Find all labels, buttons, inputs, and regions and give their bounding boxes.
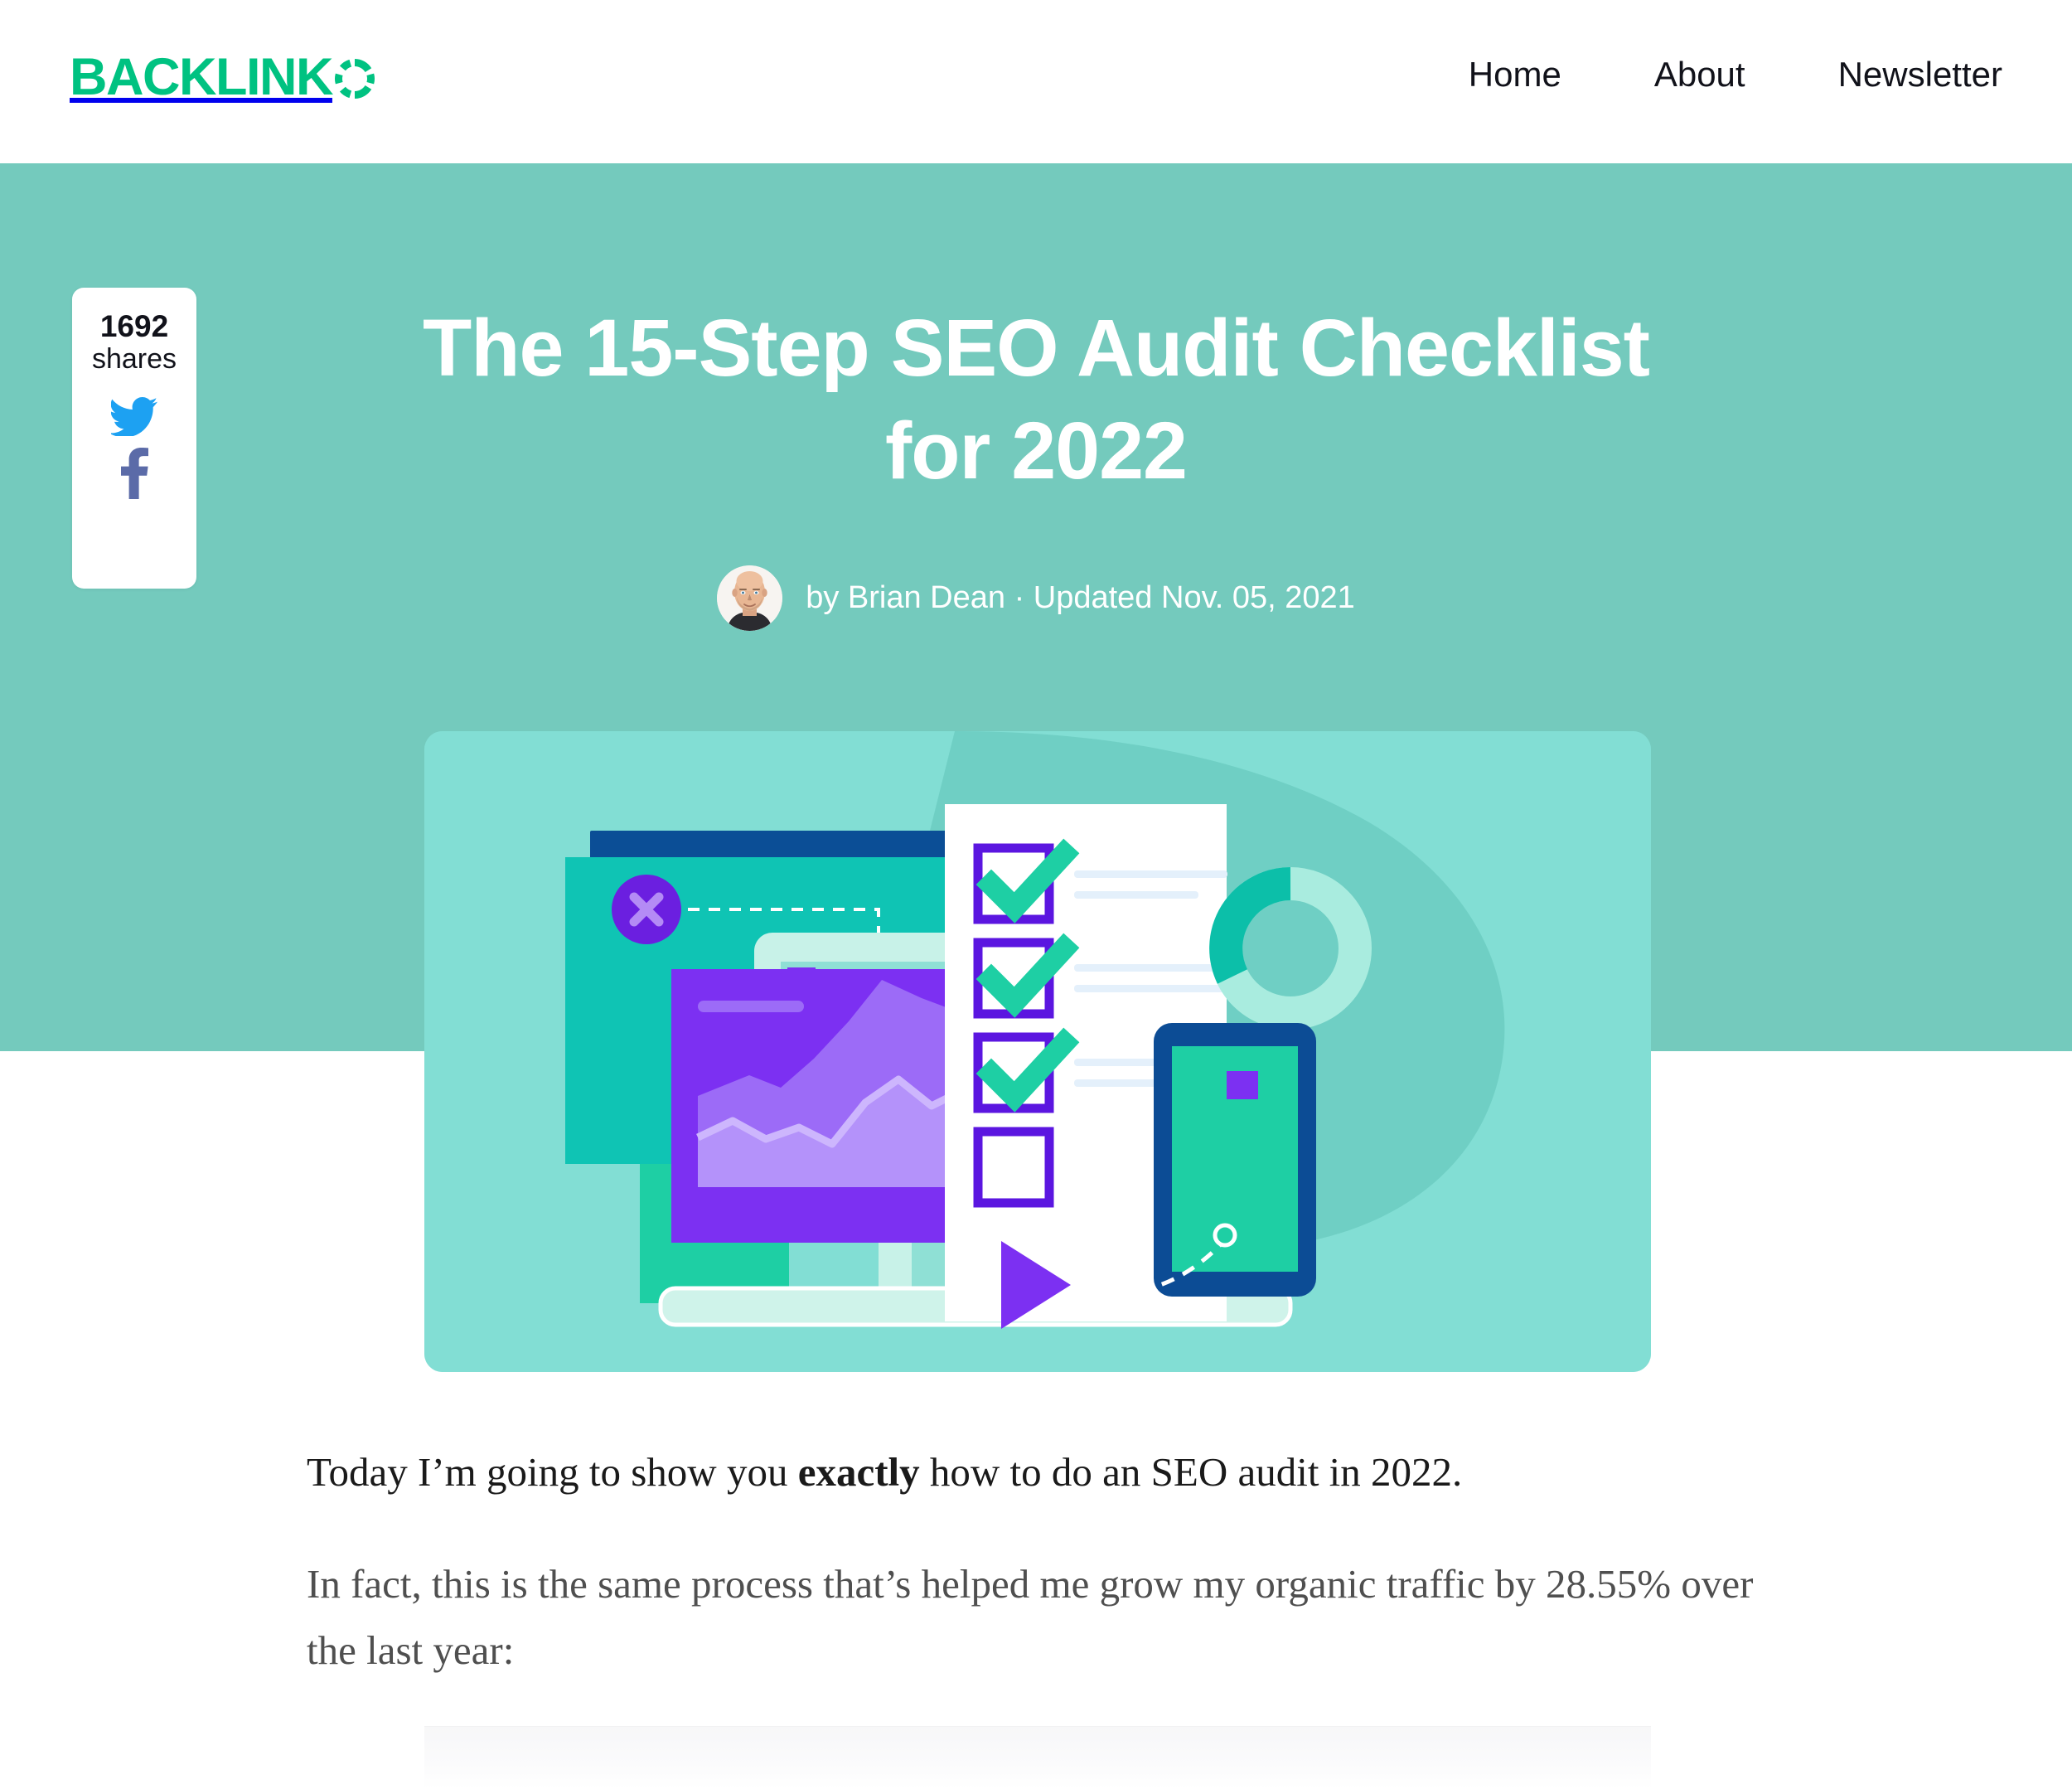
facebook-f-icon xyxy=(121,447,148,499)
twitter-bird-icon xyxy=(111,397,157,437)
illo-phone-purple-square xyxy=(1227,1071,1258,1099)
illo-white-cup xyxy=(1063,1123,1162,1238)
author-avatar xyxy=(717,565,783,631)
share-count-label: shares xyxy=(91,342,177,375)
page-root: BACKLINK Home About Newsletter 1692 shar… xyxy=(0,0,2072,1789)
share-twitter-button[interactable] xyxy=(109,394,160,440)
byline-text: by Brian Dean · Updated Nov. 05, 2021 xyxy=(806,580,1355,615)
nav-item-about[interactable]: About xyxy=(1654,55,1745,95)
hero-illustration xyxy=(424,731,1651,1372)
paragraph-1-pre: Today I’m going to show you xyxy=(307,1449,798,1495)
illo-phone xyxy=(1154,1023,1316,1297)
site-header: BACKLINK Home About Newsletter xyxy=(0,0,2072,163)
site-logo-text: BACKLINK xyxy=(70,48,333,106)
page-title: The 15-Step SEO Audit Checklist for 2022 xyxy=(423,303,1650,497)
share-facebook-button[interactable] xyxy=(109,447,160,499)
nav-item-newsletter[interactable]: Newsletter xyxy=(1838,55,2002,95)
seo-audit-checklist-illustration xyxy=(424,731,1651,1372)
nav-item-home[interactable]: Home xyxy=(1469,55,1561,95)
illo-chart-title-bar xyxy=(698,1001,804,1012)
author-avatar-photo xyxy=(717,565,783,631)
site-logo[interactable]: BACKLINK xyxy=(70,51,375,104)
byline: by Brian Dean · Updated Nov. 05, 2021 xyxy=(373,565,1699,631)
paragraph-1-post: how to do an SEO audit in 2022. xyxy=(919,1449,1463,1495)
paragraph-1-emphasis: exactly xyxy=(797,1449,920,1495)
article-paragraph-1: Today I’m going to show you exactly how … xyxy=(307,1439,1765,1505)
segmented-ring-o-icon xyxy=(334,59,375,99)
main-nav: Home About Newsletter xyxy=(1469,55,2002,95)
share-count: 1692 xyxy=(99,309,169,343)
article-body: Today I’m going to show you exactly how … xyxy=(307,1439,1765,1683)
share-widget: 1692 shares xyxy=(72,288,196,589)
article-paragraph-2: In fact, this is the same process that’s… xyxy=(307,1561,1754,1673)
article-inline-image xyxy=(424,1726,1651,1789)
